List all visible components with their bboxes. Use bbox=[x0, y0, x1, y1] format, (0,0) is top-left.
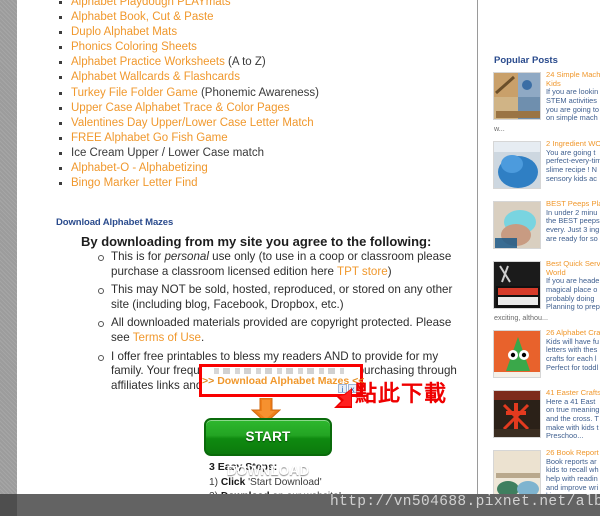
popular-post-body: 2 Ingredient WO You are going t perfect-ev… bbox=[546, 139, 600, 183]
popular-post-thumbnail[interactable] bbox=[493, 72, 541, 120]
related-printables-link-list: Alphabet Dot to DotAlphabet Playdough PL… bbox=[58, 0, 468, 191]
left-arrows-glyph: >> bbox=[202, 375, 215, 387]
printable-link-label: Phonics Coloring Sheets bbox=[71, 41, 197, 54]
printable-link-label: Alphabet Book, Cut & Paste bbox=[71, 11, 214, 24]
printable-link-label: Ice Cream Upper / Lower Case match bbox=[71, 146, 265, 159]
terms-list-item: All downloaded materials provided are co… bbox=[96, 316, 464, 345]
printable-link-item[interactable]: Alphabet Playdough PLAYmats bbox=[58, 0, 468, 10]
popular-post-body: 26 Book Report Book reports ar kids to rec… bbox=[546, 448, 600, 494]
popular-post-item[interactable]: 26 Alphabet Cra Kids will have fu letters … bbox=[488, 328, 600, 382]
popular-posts-sidebar: Popular Posts 24 Simple Mach Kids If you a… bbox=[478, 0, 600, 494]
popular-post-body: 24 Simple Mach Kids If you are lookin STEM … bbox=[546, 70, 600, 123]
printable-link-suffix: (Phonemic Awareness) bbox=[197, 86, 319, 99]
download-link-label: Download Alphabet Mazes bbox=[217, 375, 350, 387]
popular-post-thumbnail[interactable] bbox=[493, 390, 541, 438]
printable-link-label: Duplo Alphabet Mats bbox=[71, 26, 178, 39]
popular-post-snippet-line: Perfect for toddl bbox=[546, 362, 599, 372]
popular-post-item[interactable]: 24 Simple Mach Kids If you are lookin STEM … bbox=[488, 70, 600, 133]
emphasis-personal: personal bbox=[164, 250, 209, 263]
popular-post-snippet-line: on simple mach bbox=[546, 113, 598, 123]
popular-post-body: 26 Alphabet Cra Kids will have fu letters … bbox=[546, 328, 600, 372]
popular-post-item[interactable]: 41 Easter Crafts Here a 41 East on true me… bbox=[488, 388, 600, 442]
popular-post-thumbnail[interactable] bbox=[493, 450, 541, 494]
printable-link-label: Valentines Day Upper/Lower Case Letter M… bbox=[71, 116, 314, 129]
printable-link-item[interactable]: Alphabet Practice Worksheets (A to Z) bbox=[58, 55, 468, 70]
printable-link-label: Alphabet Playdough PLAYmats bbox=[71, 0, 231, 8]
popular-post-item[interactable]: 2 Ingredient WO You are going t perfect-ev… bbox=[488, 139, 600, 193]
popular-posts-title: Popular Posts bbox=[494, 55, 558, 66]
popular-post-tail-text: w... bbox=[494, 124, 505, 133]
popular-post-thumbnail[interactable] bbox=[493, 330, 541, 378]
printable-link-label: Alphabet Practice Worksheets bbox=[71, 56, 225, 69]
printable-link-label: Upper Case Alphabet Trace & Color Pages bbox=[71, 101, 290, 114]
chinese-click-here-annotation: 點此下載 bbox=[355, 382, 448, 407]
screenshot-page: Alphabet Dot to DotAlphabet Playdough PL… bbox=[0, 0, 600, 516]
printable-link-item[interactable]: Ice Cream Upper / Lower Case match bbox=[58, 146, 468, 161]
pixnet-watermark: http://vn504688.pixnet.net/album bbox=[330, 494, 600, 510]
printable-link-label: FREE Alphabet Go Fish Game bbox=[71, 131, 228, 144]
terms-of-use-link[interactable]: Terms of Use bbox=[133, 331, 201, 344]
printable-link-label: Turkey File Folder Game bbox=[71, 86, 198, 99]
popular-posts-list: 24 Simple Mach Kids If you are lookin STEM … bbox=[488, 70, 600, 494]
printable-link-item[interactable]: Alphabet-O - Alphabetizing bbox=[58, 161, 468, 176]
download-section-heading: Download Alphabet Mazes bbox=[56, 217, 174, 228]
popular-post-tail-text: exciting, althou... bbox=[494, 313, 548, 322]
printable-link-item[interactable]: Turkey File Folder Game (Phonemic Awaren… bbox=[58, 86, 468, 101]
printable-link-item[interactable]: Bingo Marker Letter Find bbox=[58, 176, 468, 191]
terms-list-item: This is for personal use only (to use in… bbox=[96, 250, 464, 279]
popular-post-thumbnail[interactable] bbox=[493, 201, 541, 249]
printable-link-item[interactable]: Alphabet Book, Cut & Paste bbox=[58, 10, 468, 25]
terms-list-item: This may NOT be sold, hosted, reproduced… bbox=[96, 283, 464, 312]
popular-post-thumbnail[interactable] bbox=[493, 261, 541, 309]
tpt-store-link[interactable]: TPT store bbox=[337, 265, 388, 278]
left-gutter bbox=[0, 0, 17, 494]
printable-link-label: Alphabet Wallcards & Flashcards bbox=[71, 71, 240, 84]
printable-link-item[interactable]: Upper Case Alphabet Trace & Color Pages bbox=[58, 101, 468, 116]
popular-post-snippet-line: Preschoo... bbox=[546, 431, 584, 441]
popular-post-thumbnail[interactable] bbox=[493, 141, 541, 189]
printable-link-label: Alphabet-O - Alphabetizing bbox=[71, 162, 208, 175]
printable-link-item[interactable]: Valentines Day Upper/Lower Case Letter M… bbox=[58, 116, 468, 131]
printable-link-item[interactable]: Phonics Coloring Sheets bbox=[58, 40, 468, 55]
printable-link-item[interactable]: FREE Alphabet Go Fish Game bbox=[58, 131, 468, 146]
printable-link-label: Bingo Marker Letter Find bbox=[71, 177, 198, 190]
popular-post-snippet-line: sensory kids ac bbox=[546, 173, 597, 183]
popular-post-snippet-line: are ready for so bbox=[546, 233, 598, 243]
agreement-title: By downloading from my site you agree to… bbox=[81, 234, 432, 249]
popular-post-snippet-line: Planning to prep bbox=[546, 302, 600, 312]
popular-post-body: BEST Peeps Pla In under 2 minu the BEST pe… bbox=[546, 199, 600, 243]
clipped-ad-text bbox=[214, 368, 344, 374]
popular-post-body: Best Quick Serv World If you are heade magi… bbox=[546, 259, 600, 312]
start-download-label: START DOWNLOAD bbox=[226, 429, 310, 478]
start-download-button[interactable]: START DOWNLOAD bbox=[204, 418, 332, 478]
printable-link-item[interactable]: Duplo Alphabet Mats bbox=[58, 25, 468, 40]
main-content-column: Alphabet Dot to DotAlphabet Playdough PL… bbox=[18, 0, 477, 494]
red-pointer-arrow-icon bbox=[332, 386, 354, 410]
bottom-bar-left-cap bbox=[0, 494, 17, 516]
printable-link-item[interactable]: Alphabet Wallcards & Flashcards bbox=[58, 70, 468, 85]
popular-post-item[interactable]: 26 Book Report Book reports ar kids to rec… bbox=[488, 448, 600, 494]
printable-link-suffix: (A to Z) bbox=[224, 56, 266, 69]
popular-post-item[interactable]: BEST Peeps Pla In under 2 minu the BEST pe… bbox=[488, 199, 600, 253]
popular-post-body: 41 Easter Crafts Here a 41 East on true me… bbox=[546, 388, 600, 441]
popular-post-item[interactable]: Best Quick Serv World If you are heade magi… bbox=[488, 259, 600, 322]
